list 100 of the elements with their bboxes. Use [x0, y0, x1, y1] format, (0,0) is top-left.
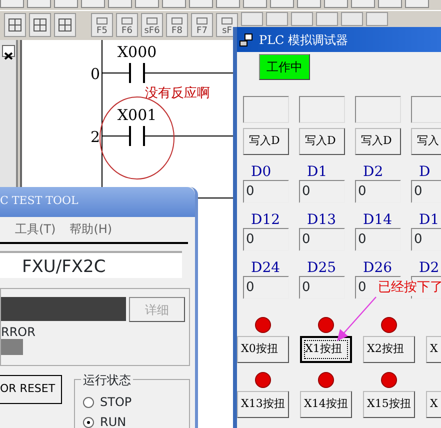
toolbar-button[interactable] [54, 12, 76, 36]
rung-icon [145, 16, 159, 26]
register-label: D12 [250, 212, 282, 228]
radio-option[interactable]: RUN [83, 412, 189, 428]
input-button[interactable]: X [426, 391, 441, 418]
radio-icon[interactable] [83, 396, 94, 408]
register-label: D1 [306, 164, 328, 180]
input-field[interactable] [243, 96, 289, 123]
lamp-icon [318, 317, 334, 333]
toolbar-button[interactable]: F6 [116, 12, 138, 36]
lamp-icon [318, 372, 334, 388]
register-field[interactable]: 0 [243, 276, 289, 299]
menu-item[interactable]: 帮助(H) [70, 220, 112, 238]
input-button[interactable]: X14按扭 [300, 391, 352, 418]
register-label: D13 [306, 212, 338, 228]
toolbar-button[interactable] [243, 0, 267, 8]
toolbar-button[interactable] [81, 0, 105, 8]
group-title: 运行状态 [81, 371, 133, 389]
contact-symbol [129, 62, 145, 84]
toolbar-button[interactable] [54, 0, 78, 8]
reset-button[interactable]: OR RESET [0, 375, 62, 404]
error-indicator [1, 339, 23, 355]
register-field[interactable]: 0 [299, 228, 345, 251]
lamp-icon [255, 372, 271, 388]
input-field[interactable] [355, 96, 401, 123]
toolbar-button[interactable] [216, 0, 240, 8]
register-label: D26 [362, 260, 394, 276]
register-field[interactable]: 0 [355, 228, 401, 251]
rung-icon [170, 16, 184, 26]
step-number: 0 [90, 65, 100, 83]
register-label: D25 [306, 260, 338, 276]
register-field[interactable]: 0 [411, 228, 441, 251]
input-field[interactable] [299, 96, 345, 123]
input-button[interactable]: X0按扭 [237, 336, 289, 363]
toolbar-button[interactable] [324, 0, 348, 8]
close-icon [3, 50, 14, 61]
grid-icon [33, 18, 47, 32]
toolbar-button[interactable] [108, 0, 132, 8]
toolbar-button[interactable]: F7 [191, 12, 213, 36]
annotation-text: 没有反应啊 [145, 85, 210, 100]
register-label: D2 [362, 164, 384, 180]
lamp-icon [381, 372, 397, 388]
toolbar-button[interactable] [162, 0, 186, 8]
register-field[interactable]: 0 [355, 180, 401, 203]
register-label: D14 [362, 212, 394, 228]
radio-option[interactable]: STOP [83, 392, 189, 412]
toolbar-button[interactable] [297, 0, 321, 8]
toolbar-button[interactable] [27, 0, 51, 8]
callout-tooltip: 已经按下了 [378, 280, 441, 296]
contact-label: X001 [117, 106, 157, 124]
toolbar-button[interactable] [270, 0, 294, 8]
register-field[interactable]: 0 [243, 228, 289, 251]
toolbar-button[interactable] [405, 0, 429, 8]
toolbar-button[interactable]: F8 [166, 12, 188, 36]
toolbar-button[interactable]: sF6 [141, 12, 163, 36]
register-label: D1 [418, 212, 440, 228]
register-label: D24 [250, 260, 282, 276]
register-field[interactable]: 0 [243, 180, 289, 203]
register-label: D2 [418, 260, 440, 276]
status-button[interactable]: 工作中 [259, 54, 310, 80]
input-button[interactable]: X13按扭 [237, 391, 289, 418]
toolbar-button[interactable]: sF [216, 12, 238, 36]
toolbar-button[interactable] [135, 0, 159, 8]
toolbar-button[interactable] [0, 0, 24, 8]
contact-symbol [129, 125, 145, 147]
write-button[interactable]: 写入D [299, 128, 345, 155]
contact-label: X000 [117, 43, 157, 61]
lamp-icon [255, 317, 271, 333]
write-button[interactable]: 写入D [243, 128, 289, 155]
input-button[interactable]: X [426, 336, 441, 363]
register-label: D0 [250, 164, 272, 180]
rung-icon [120, 16, 134, 26]
rung-icon [220, 16, 234, 26]
input-button[interactable]: X1按扭 [300, 336, 352, 363]
window-title: PLC 模拟调试器 [259, 32, 348, 48]
register-field[interactable]: 0 [411, 180, 441, 203]
rung-icon [95, 16, 109, 26]
error-label: RROR [1, 326, 36, 339]
register-label: D [418, 164, 432, 180]
radio-icon[interactable] [83, 416, 94, 428]
lamp-icon [381, 317, 397, 333]
toolbar-button[interactable] [189, 0, 213, 8]
toolbar-button[interactable]: F5 [91, 12, 113, 36]
toolbar-button[interactable] [4, 12, 26, 36]
arrow [337, 296, 376, 341]
close-button[interactable] [2, 45, 15, 57]
register-field[interactable]: 0 [299, 180, 345, 203]
grid-icon [58, 18, 72, 32]
toolbar-button[interactable] [29, 12, 51, 36]
write-button[interactable]: 写入D [355, 128, 401, 155]
computer-icon [239, 32, 255, 46]
grid-icon [8, 18, 22, 32]
menu-item[interactable]: 工具(T) [15, 220, 56, 238]
window-title: C TEST TOOL [0, 187, 195, 217]
register-field[interactable]: 0 [299, 276, 345, 299]
input-button[interactable]: X15按扭 [363, 391, 415, 418]
input-button[interactable]: X2按扭 [363, 336, 415, 363]
toolbar-button[interactable] [378, 0, 402, 8]
toolbar-button[interactable] [351, 0, 375, 8]
write-button[interactable]: 写入 [411, 128, 441, 155]
